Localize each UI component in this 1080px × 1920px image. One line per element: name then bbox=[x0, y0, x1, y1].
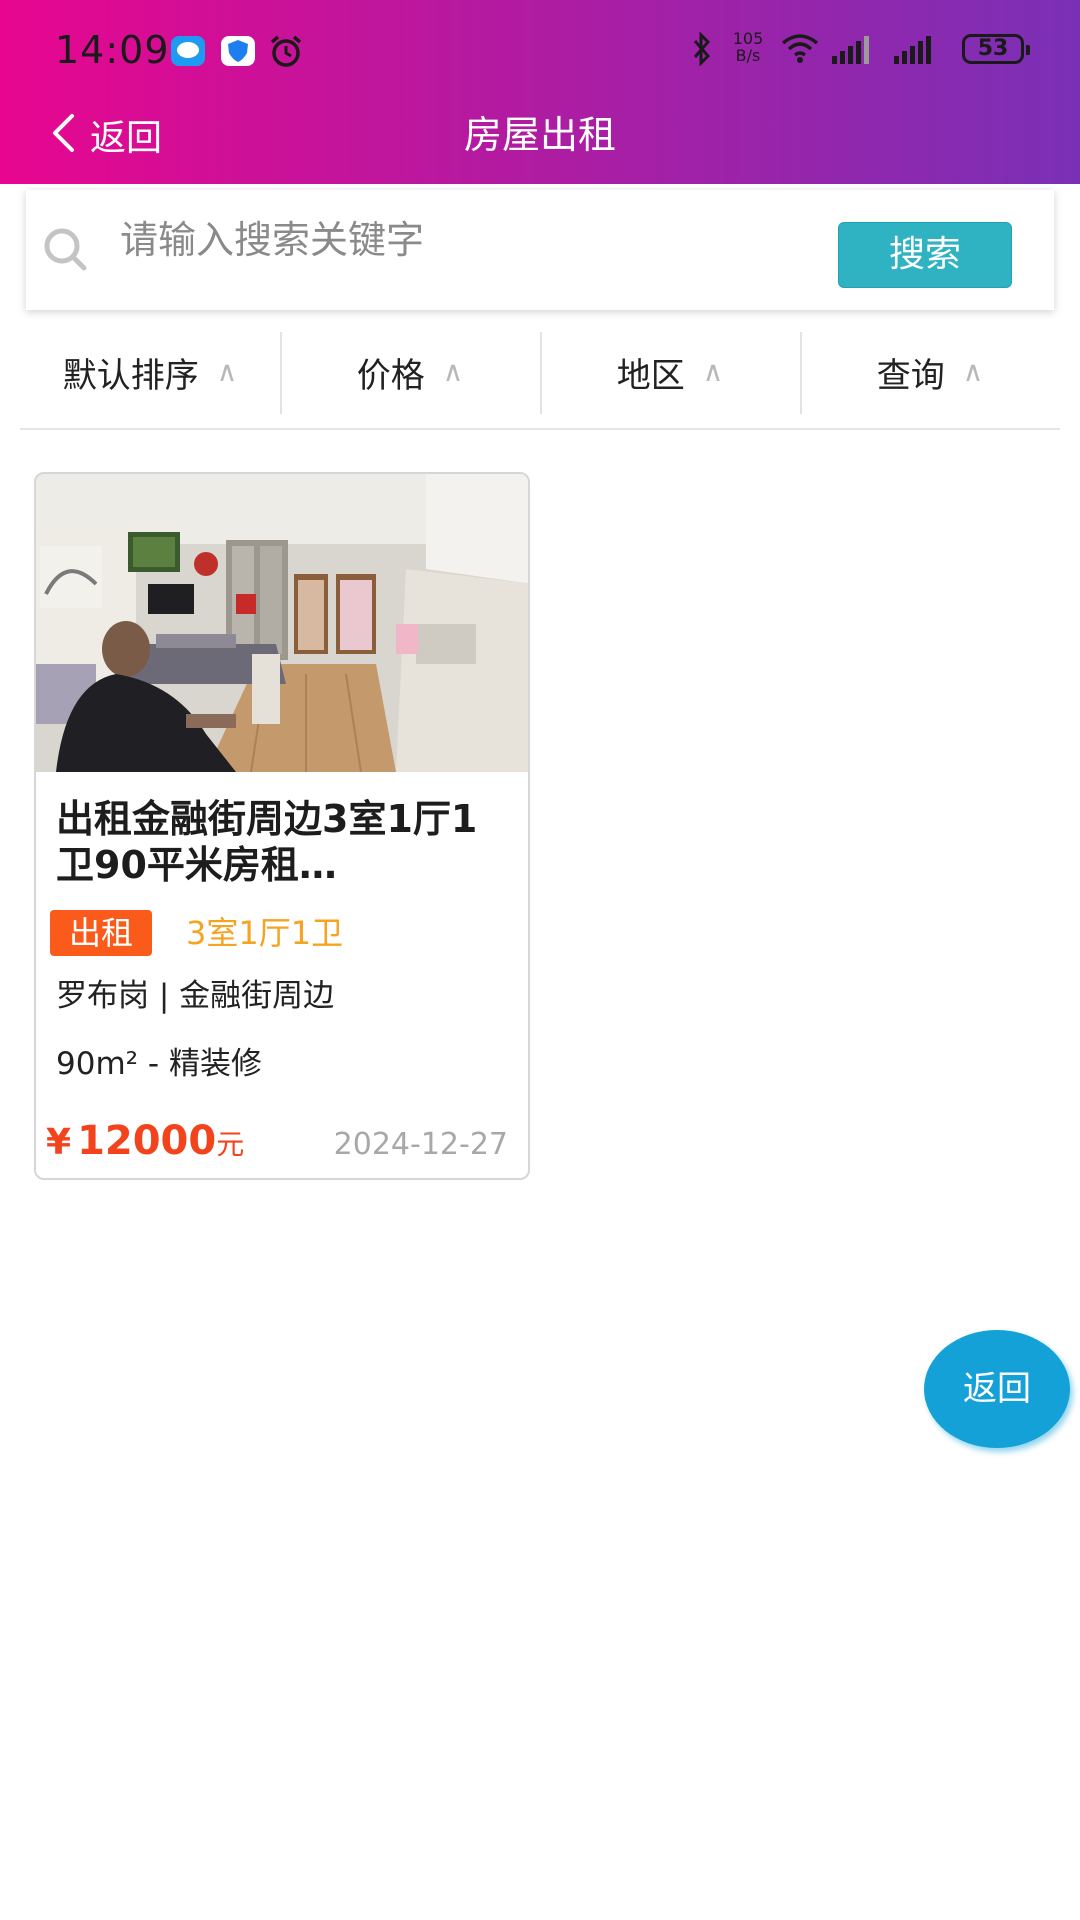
battery-icon: 53 bbox=[962, 34, 1030, 64]
listing-rooms: 3室1厅1卫 bbox=[186, 914, 344, 952]
wifi-icon bbox=[780, 32, 820, 68]
network-speed-unit: B/s bbox=[735, 46, 761, 65]
search-input[interactable] bbox=[118, 210, 838, 270]
listing-location: 罗布岗 | 金融街周边 bbox=[56, 978, 335, 1014]
caret-up-icon: ∧ bbox=[962, 355, 984, 388]
network-speed: 105 B/s bbox=[728, 30, 768, 64]
caret-up-icon: ∧ bbox=[442, 355, 464, 388]
signal-icon bbox=[892, 36, 936, 68]
filter-price[interactable]: 价格 ∧ bbox=[280, 330, 540, 414]
signal-icon bbox=[830, 36, 874, 68]
search-bar: 搜索 bbox=[26, 190, 1054, 310]
filter-sort-default[interactable]: 默认排序 ∧ bbox=[20, 330, 280, 414]
message-icon bbox=[171, 36, 205, 66]
listing-price: ¥12000元 bbox=[46, 1116, 244, 1174]
caret-up-icon: ∧ bbox=[702, 355, 724, 388]
filter-label: 默认排序 bbox=[62, 355, 199, 396]
filter-query[interactable]: 查询 ∧ bbox=[800, 330, 1060, 414]
price-amount: 12000 bbox=[77, 1118, 217, 1164]
listing-area: 90m² - 精装修 bbox=[56, 1046, 262, 1082]
filter-label: 查询 bbox=[876, 355, 945, 396]
bluetooth-icon bbox=[690, 31, 714, 70]
search-button[interactable]: 搜索 bbox=[838, 222, 1012, 288]
listing-date: 2024-12-27 bbox=[333, 1127, 508, 1162]
listing-card[interactable]: 出租金融街周边3室1厅1卫90平米房租… 出租 3室1厅1卫 罗布岗 | 金融街… bbox=[34, 472, 530, 1180]
alarm-icon bbox=[268, 34, 304, 72]
listing-type-badge: 出租 bbox=[50, 910, 152, 956]
shield-icon bbox=[221, 36, 255, 66]
page-title: 房屋出租 bbox=[463, 113, 616, 157]
listing-photo bbox=[36, 474, 528, 772]
caret-up-icon: ∧ bbox=[216, 355, 238, 388]
status-bar: 14:09 105 B/s 53 bbox=[0, 0, 1080, 100]
filter-region[interactable]: 地区 ∧ bbox=[540, 330, 800, 414]
price-unit: 元 bbox=[216, 1128, 245, 1161]
price-symbol: ¥ bbox=[46, 1122, 72, 1163]
floating-back-button[interactable]: 返回 bbox=[924, 1330, 1070, 1448]
status-time: 14:09 bbox=[55, 28, 170, 72]
search-icon bbox=[40, 226, 92, 278]
listing-title: 出租金融街周边3室1厅1卫90平米房租… bbox=[56, 797, 478, 887]
filter-bar: 默认排序 ∧ 价格 ∧ 地区 ∧ 查询 ∧ bbox=[20, 330, 1060, 430]
filter-label: 地区 bbox=[616, 355, 685, 396]
filter-label: 价格 bbox=[356, 355, 425, 396]
app-header: 14:09 105 B/s 53 返回 房屋出租 bbox=[0, 0, 1080, 184]
